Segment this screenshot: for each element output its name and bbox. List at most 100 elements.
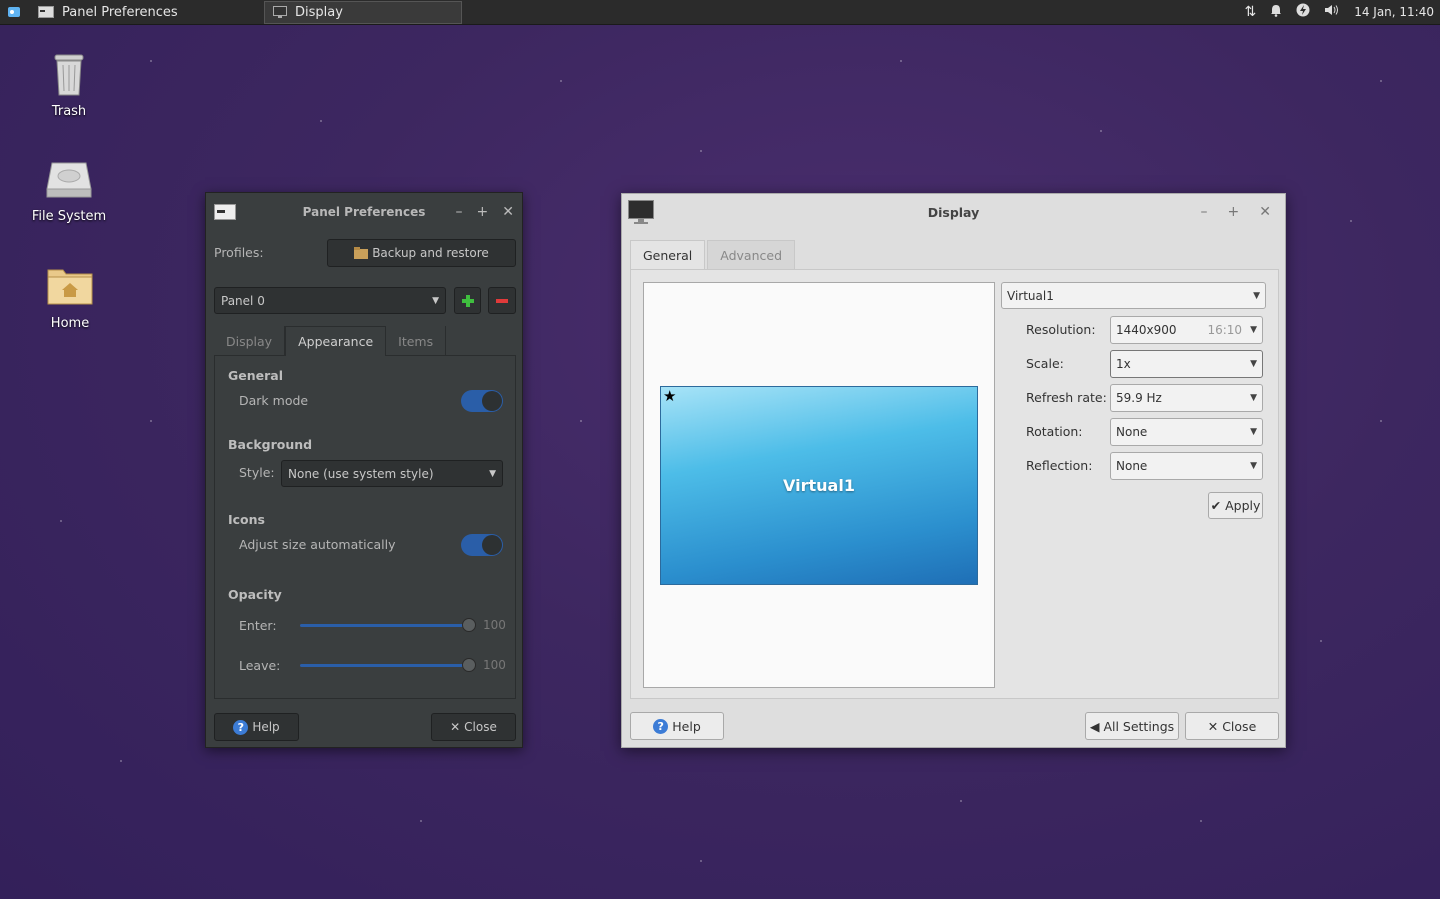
desktop-icon-label: Home xyxy=(50,316,90,331)
applications-menu-button[interactable] xyxy=(0,0,28,25)
monitor-icon xyxy=(273,6,287,18)
taskbar-item-panel-preferences[interactable]: Panel Preferences xyxy=(30,0,260,25)
chevron-down-icon: ▼ xyxy=(1250,461,1257,471)
tab-appearance[interactable]: Appearance xyxy=(285,326,387,356)
panel-select[interactable]: Panel 0 ▼ xyxy=(214,287,446,314)
close-icon: ✕ xyxy=(450,720,461,734)
desktop-icon-label: File System xyxy=(31,209,107,224)
monitor-icon xyxy=(628,200,654,224)
primary-star-icon: ★ xyxy=(663,387,677,405)
volume-icon[interactable] xyxy=(1324,4,1340,20)
remove-panel-button[interactable] xyxy=(488,287,516,314)
help-button[interactable]: ? Help xyxy=(630,712,724,740)
dark-mode-toggle[interactable] xyxy=(461,390,503,412)
hard-drive-icon xyxy=(46,162,92,198)
minimize-button[interactable]: – xyxy=(1201,204,1208,220)
minimize-button[interactable]: – xyxy=(456,204,463,220)
taskbar-item-display[interactable]: Display xyxy=(264,0,462,24)
resolution-aspect: 16:10 xyxy=(1207,323,1243,337)
window-titlebar[interactable]: Display – + ✕ xyxy=(622,194,1285,230)
leave-label: Leave: xyxy=(239,658,281,673)
taskbar-item-label: Panel Preferences xyxy=(62,4,178,20)
enter-label: Enter: xyxy=(239,618,277,633)
backup-restore-button[interactable]: Backup and restore xyxy=(327,239,516,267)
add-panel-button[interactable] xyxy=(454,287,481,314)
background-style-select[interactable]: None (use system style) ▼ xyxy=(281,460,503,487)
top-panel: Panel Preferences Display ⇅ 14 Jan, 11:4… xyxy=(0,0,1440,25)
section-background: Background xyxy=(228,437,313,452)
resolution-select[interactable]: 1440x900 16:10 ▼ xyxy=(1110,316,1263,344)
tab-general[interactable]: General xyxy=(630,240,706,269)
chevron-down-icon: ▼ xyxy=(432,295,439,306)
appearance-tab-content: General Dark mode Background Style: None… xyxy=(214,356,516,699)
section-icons: Icons xyxy=(228,512,265,527)
scale-select[interactable]: 1x ▼ xyxy=(1110,350,1263,378)
all-settings-button[interactable]: ◀ All Settings xyxy=(1085,712,1179,740)
leave-opacity-slider[interactable] xyxy=(300,658,476,672)
trash-icon xyxy=(54,54,84,96)
maximize-button[interactable]: + xyxy=(1228,204,1240,220)
panel-prefs-tabs: Display Appearance Items xyxy=(214,326,516,356)
plus-icon xyxy=(461,294,474,307)
panel-window-icon xyxy=(38,6,54,18)
rotation-select[interactable]: None ▼ xyxy=(1110,418,1263,446)
scale-label: Scale: xyxy=(1026,356,1064,371)
desktop-icon-home[interactable]: Home xyxy=(20,262,120,331)
minus-icon xyxy=(496,298,508,303)
chevron-down-icon: ▼ xyxy=(489,468,496,479)
window-titlebar[interactable]: Panel Preferences – + ✕ xyxy=(206,193,522,230)
profiles-label: Profiles: xyxy=(214,245,264,260)
rotation-label: Rotation: xyxy=(1026,424,1083,439)
enter-opacity-value: 100 xyxy=(483,618,506,632)
power-icon[interactable] xyxy=(1296,3,1310,21)
adjust-size-toggle[interactable] xyxy=(461,534,503,556)
clock[interactable]: 14 Jan, 11:40 xyxy=(1354,5,1434,19)
leave-opacity-value: 100 xyxy=(483,658,506,672)
help-icon: ? xyxy=(653,718,669,734)
back-arrow-icon: ◀ xyxy=(1089,718,1100,734)
help-button[interactable]: ? Help xyxy=(214,713,299,741)
resolution-label: Resolution: xyxy=(1026,322,1096,337)
desktop-icon-file-system[interactable]: File System xyxy=(19,155,119,224)
tab-items[interactable]: Items xyxy=(386,326,447,356)
reflection-select[interactable]: None ▼ xyxy=(1110,452,1263,480)
close-window-button[interactable]: ✕ xyxy=(502,204,514,220)
panel-window-icon xyxy=(214,203,236,220)
desktop-icon-trash[interactable]: Trash xyxy=(19,50,119,119)
close-window-button[interactable]: ✕ xyxy=(1259,204,1271,220)
display-window: Display – + ✕ General Advanced ★ Virtual… xyxy=(621,193,1286,748)
general-tab-content: ★ Virtual1 Virtual1 ▼ Resolution: 1440x9… xyxy=(630,269,1279,699)
tab-advanced[interactable]: Advanced xyxy=(707,240,796,269)
chevron-down-icon: ▼ xyxy=(1250,393,1257,403)
apply-button[interactable]: ✔ Apply xyxy=(1208,492,1263,519)
monitor-preview-virtual1[interactable]: ★ Virtual1 xyxy=(660,386,978,585)
refresh-rate-label: Refresh rate: xyxy=(1026,390,1107,405)
chevron-down-icon: ▼ xyxy=(1250,325,1257,335)
dark-mode-label: Dark mode xyxy=(239,393,309,408)
display-tabs: General Advanced xyxy=(630,240,797,269)
close-icon: ✕ xyxy=(1207,718,1219,734)
display-preview-area: ★ Virtual1 xyxy=(643,282,995,688)
close-button[interactable]: ✕ Close xyxy=(1185,712,1279,740)
output-select[interactable]: Virtual1 ▼ xyxy=(1001,282,1266,309)
checkmark-icon: ✔ xyxy=(1210,498,1222,513)
desktop-icon-label: Trash xyxy=(51,104,87,119)
chevron-down-icon: ▼ xyxy=(1250,427,1257,437)
notification-bell-icon[interactable] xyxy=(1270,4,1282,21)
home-folder-icon xyxy=(47,269,93,305)
network-icon[interactable]: ⇅ xyxy=(1244,4,1256,20)
maximize-button[interactable]: + xyxy=(477,204,489,220)
taskbar-item-label: Display xyxy=(295,4,343,20)
panel-preferences-window: Panel Preferences – + ✕ Profiles: Backup… xyxy=(205,192,523,748)
enter-opacity-slider[interactable] xyxy=(300,618,476,632)
section-opacity: Opacity xyxy=(228,587,282,602)
archive-icon xyxy=(354,247,369,259)
window-title: Display xyxy=(927,204,980,220)
chevron-down-icon: ▼ xyxy=(1250,359,1257,369)
tab-display[interactable]: Display xyxy=(214,326,286,356)
close-button[interactable]: ✕ Close xyxy=(431,713,516,741)
refresh-rate-select[interactable]: 59.9 Hz ▼ xyxy=(1110,384,1263,412)
section-general: General xyxy=(228,368,283,383)
xfce-logo-icon xyxy=(8,7,20,17)
help-icon: ? xyxy=(233,719,249,735)
